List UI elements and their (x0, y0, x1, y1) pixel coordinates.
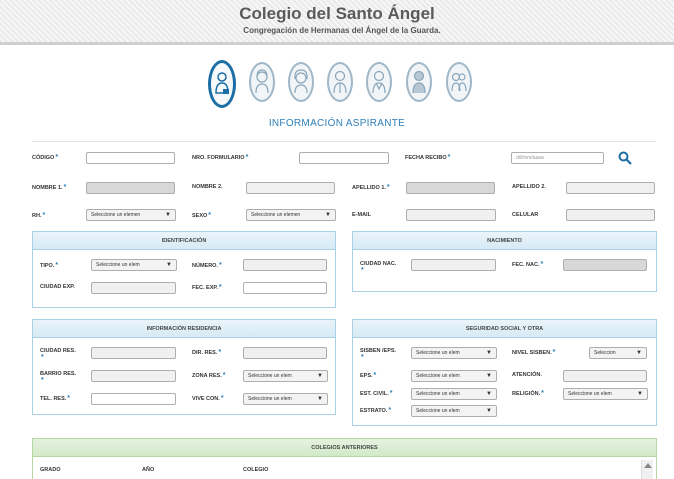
colegios-panel: COLEGIOS ANTERIORES (32, 438, 657, 479)
ciudad-nac-label: CIUDAD NAC. * (360, 261, 397, 274)
man-step-icon (412, 70, 426, 94)
email-input[interactable] (406, 209, 496, 221)
nombre2-input[interactable] (246, 182, 335, 194)
apellido1-label: APELLIDO 1.* (352, 184, 390, 191)
school-title: Colegio del Santo Ángel (239, 4, 435, 23)
mother-step-icon (255, 69, 269, 94)
eps-select[interactable]: Seleccione un elem ▼ (411, 370, 497, 382)
eps-label: EPS.* (360, 372, 377, 379)
celular-label: CELULAR (512, 212, 539, 218)
dir-res-input[interactable] (243, 347, 327, 359)
religion-select[interactable]: Seleccione un elem ▼ (563, 388, 648, 400)
student-step-icon (215, 72, 229, 94)
fec-exp-label: FEC. EXP.* (192, 284, 222, 291)
sisben-eps-label: SISBEN /EPS. * (360, 348, 397, 361)
ciudad-res-input[interactable] (91, 347, 176, 359)
sexo-select[interactable]: Seleccione un elemen ▼ (246, 209, 336, 221)
colegio-column: COLEGIO (243, 467, 269, 473)
family-step-icon (451, 72, 467, 92)
fecha-recibo-label: FECHA RECIBO* (405, 154, 451, 161)
step-woman[interactable] (288, 62, 314, 102)
seguridad-header: SEGURIDAD SOCIAL Y OTRA (353, 320, 656, 338)
rh-select[interactable]: Seleccione un elemen ▼ (86, 209, 176, 221)
residencia-header: INFORMACIÓN RESIDENCIA (33, 320, 335, 338)
ciudad-res-label: CIUDAD RES. * (40, 348, 76, 361)
grado-column: GRADO (40, 467, 61, 473)
est-civil-label: EST. CIVIL.* (360, 390, 393, 397)
ciudad-exp-label: CIUDAD EXP. (40, 284, 75, 290)
nacimiento-header: NACIMIENTO (353, 232, 656, 250)
sexo-label: SEXO* (192, 212, 212, 219)
divider (32, 141, 656, 142)
nivel-sisben-select[interactable]: Seleccion ▼ (589, 347, 647, 359)
tipo-label: TIPO.* (40, 262, 59, 269)
ciudad-nac-input[interactable] (411, 259, 496, 271)
nombre1-input[interactable] (86, 182, 175, 194)
step-family[interactable] (446, 62, 472, 102)
nro-formulario-input[interactable] (299, 152, 389, 164)
barrio-res-label: BARRIO RES. * (40, 371, 77, 384)
numero-label: NÚMERO.* (192, 262, 222, 269)
numero-input[interactable] (243, 259, 327, 271)
colegios-header: COLEGIOS ANTERIORES (33, 439, 656, 457)
tel-res-label: TEL. RES.* (40, 395, 71, 402)
scroll-up-icon[interactable] (644, 463, 652, 468)
tipo-select[interactable]: Seleccione un elem ▼ (91, 259, 177, 271)
tel-res-input[interactable] (91, 393, 176, 405)
atencion-label: ATENCIÓN. (512, 372, 542, 378)
fec-exp-input[interactable] (243, 282, 327, 294)
nombre1-label: NOMBRE 1.* (32, 184, 67, 191)
vive-con-label: VIVE CON.* (192, 395, 224, 402)
step-guardian[interactable] (366, 62, 392, 102)
zona-res-select[interactable]: Seleccione un elem ▼ (243, 370, 328, 382)
nro-formulario-label: NRO. FORMULARIO* (192, 154, 249, 161)
dir-res-label: DIR. RES.* (192, 349, 222, 356)
zona-res-label: ZONA RES.* (192, 372, 226, 379)
guardian-step-icon (372, 70, 386, 94)
father-step-icon (333, 70, 347, 94)
school-subtitle: Congregación de Hermanas del Ángel de la… (243, 26, 441, 35)
table-scrollbar[interactable] (641, 460, 653, 479)
barrio-res-input[interactable] (91, 370, 176, 382)
apellido2-label: APELLIDO 2. (512, 184, 546, 190)
email-label: E-MAIL (352, 212, 371, 218)
rh-label: RH.* (32, 212, 46, 219)
nivel-sisben-label: NIVEL SISBEN.* (512, 349, 556, 356)
vive-con-select[interactable]: Seleccione un elem ▼ (243, 393, 328, 405)
identificacion-header: IDENTIFICACIÓN (33, 232, 335, 250)
estrato-select[interactable]: Seleccione un elem ▼ (411, 405, 497, 417)
search-icon[interactable] (618, 151, 632, 165)
step-navigation (0, 60, 674, 110)
est-civil-select[interactable]: Seleccione un elem ▼ (411, 388, 497, 400)
codigo-label: CÓDIGO* (32, 154, 59, 161)
fecha-recibo-input[interactable]: dd/mm/aaaa (511, 152, 604, 164)
estrato-label: ESTRATO.* (360, 407, 392, 414)
nombre2-label: NOMBRE 2. (192, 184, 223, 190)
fec-nac-input[interactable] (563, 259, 647, 271)
codigo-input[interactable] (86, 152, 175, 164)
woman-step-icon (294, 69, 308, 94)
religion-label: RELIGIÓN.* (512, 390, 544, 397)
anio-column: AÑO (142, 467, 155, 473)
apellido1-input[interactable] (406, 182, 495, 194)
step-mother[interactable] (249, 62, 275, 102)
header-banner: Colegio del Santo Ángel Congregación de … (0, 0, 674, 45)
ciudad-exp-input[interactable] (91, 282, 176, 294)
fec-nac-label: FEC. NAC.* (512, 261, 544, 268)
step-student[interactable] (208, 60, 236, 108)
atencion-input[interactable] (563, 370, 647, 382)
apellido2-input[interactable] (566, 182, 655, 194)
step-father[interactable] (327, 62, 353, 102)
sisben-eps-select[interactable]: Seleccione un elem ▼ (411, 347, 497, 359)
section-title: INFORMACIÓN ASPIRANTE (268, 118, 406, 129)
step-man[interactable] (406, 62, 432, 102)
celular-input[interactable] (566, 209, 655, 221)
